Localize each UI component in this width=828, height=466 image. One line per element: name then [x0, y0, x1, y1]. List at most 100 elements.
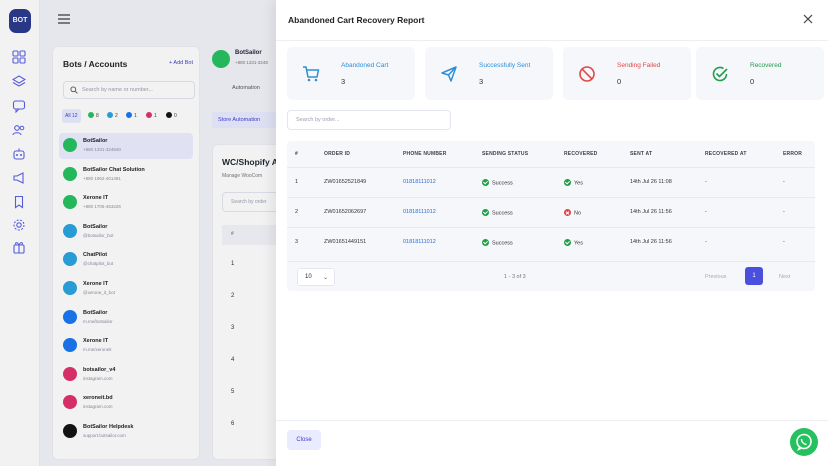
check-circle-icon [564, 179, 571, 186]
row-divider [287, 227, 815, 228]
row-number-cell: 3 [295, 239, 298, 245]
stat-successfully-sent: Successfully Sent 3 [425, 47, 553, 100]
column-header: # [295, 151, 298, 157]
order-id: ZW01652062697 [324, 209, 367, 215]
stat-sending-failed: Sending Failed 0 [563, 47, 691, 100]
whatsapp-chat-button[interactable] [790, 428, 818, 456]
row-number-cell: 2 [295, 209, 298, 215]
recovered-cell: Yes [564, 239, 583, 247]
recovered-cell: Yes [564, 179, 583, 187]
stat-label: Sending Failed [617, 62, 661, 69]
page-1-button[interactable]: 1 [745, 267, 763, 285]
row-number: 3 [295, 239, 299, 245]
column-header: ORDER ID [324, 151, 351, 157]
order-search-input[interactable]: Search by order... [287, 110, 451, 130]
row-number: 2 [295, 209, 299, 215]
error-cell: - [783, 179, 785, 185]
stat-abandoned-cart: Abandoned Cart 3 [287, 47, 415, 100]
row-divider [287, 167, 815, 168]
modal-title: Abandoned Cart Recovery Report [288, 15, 425, 25]
row-divider [287, 197, 815, 198]
recovered-cell: No [564, 209, 581, 217]
check-circle-icon [482, 209, 489, 216]
recovered-at: - [705, 179, 707, 185]
error: - [783, 179, 785, 185]
error-cell: - [783, 209, 785, 215]
phone-number-link[interactable]: 01818111012 [403, 239, 436, 245]
stat-recovered: Recovered 0 [696, 47, 824, 100]
x-circle-icon [564, 209, 571, 216]
next-page-button[interactable]: Next [779, 274, 790, 280]
error: - [783, 239, 785, 245]
column-header: SENT AT [630, 151, 653, 157]
order-id: ZW01652521849 [324, 179, 367, 185]
close-button[interactable]: Close [287, 430, 321, 450]
sending-status: Success [492, 240, 513, 247]
table-row: 1 ZW01652521849 01818111012 Success Yes 14th … [287, 167, 815, 197]
recovered-at: - [705, 239, 707, 245]
recovered-at-cell: - [705, 179, 707, 185]
stat-value: 0 [617, 77, 622, 86]
column-header: PHONE NUMBER [403, 151, 447, 157]
order-search-placeholder: Search by order... [296, 117, 340, 123]
page-size-select[interactable]: 10 ⌄ [297, 268, 335, 286]
page-size-value: 10 [305, 274, 312, 280]
recovered-status: Yes [574, 240, 583, 247]
phone-number-link[interactable]: 01818111012 [403, 179, 436, 185]
order-id-cell: ZW01652521849 [324, 179, 366, 185]
order-id-cell: ZW01652062697 [324, 209, 366, 215]
close-icon[interactable] [802, 13, 814, 25]
phone-number: 01818111012 [403, 179, 436, 185]
whatsapp-icon [796, 433, 812, 451]
stat-label: Abandoned Cart [341, 62, 389, 69]
stat-value: 3 [479, 77, 484, 86]
send-icon [441, 66, 457, 82]
sent-at-cell: 14th Jul 26 11:56 [630, 239, 672, 245]
sent-at: 14th Jul 26 11:56 [630, 209, 672, 215]
sending-status-cell: Success [482, 239, 513, 247]
recovered-status: Yes [574, 180, 583, 187]
stat-label: Recovered [750, 62, 782, 69]
table-row: 3 ZW01651449151 01818111012 Success Yes 14th … [287, 227, 815, 257]
check-circle-icon [712, 66, 728, 82]
sending-status-cell: Success [482, 179, 513, 187]
error-cell: - [783, 239, 785, 245]
sent-at-cell: 14th Jul 26 11:56 [630, 209, 672, 215]
phone-number: 01818111012 [403, 209, 436, 215]
chevron-down-icon: ⌄ [322, 275, 328, 281]
sent-at: 14th Jul 26 11:08 [630, 179, 672, 185]
report-modal: Abandoned Cart Recovery Report Abandoned… [276, 0, 828, 466]
table-row: 2 ZW01652062697 01818111012 Success No 14th J… [287, 197, 815, 227]
previous-page-button[interactable]: Previous [705, 274, 726, 280]
row-number-cell: 1 [295, 179, 298, 185]
page-info: 1 - 3 of 3 [504, 274, 526, 280]
pagination: 10 ⌄ 1 - 3 of 3 Previous 1 Next [287, 261, 815, 291]
sending-status: Success [492, 210, 513, 217]
phone-number: 01818111012 [403, 239, 436, 245]
error: - [783, 209, 785, 215]
check-circle-icon [482, 239, 489, 246]
column-header: RECOVERED AT [705, 151, 747, 157]
phone-number-link[interactable]: 01818111012 [403, 209, 436, 215]
column-header: ERROR [783, 151, 803, 157]
row-number: 1 [295, 179, 299, 185]
recovered-at-cell: - [705, 209, 707, 215]
recovered-at-cell: - [705, 239, 707, 245]
footer-divider [276, 420, 828, 421]
order-id-cell: ZW01651449151 [324, 239, 366, 245]
recovered-status: No [574, 210, 582, 217]
sent-at-cell: 14th Jul 26 11:08 [630, 179, 672, 185]
report-table: # ORDER ID PHONE NUMBER SENDING STATUS R… [287, 141, 815, 291]
cart-icon [303, 66, 320, 82]
header-divider [276, 40, 828, 41]
ban-icon [579, 66, 595, 82]
sent-at: 14th Jul 26 11:56 [630, 239, 672, 245]
order-id: ZW01651449151 [324, 239, 367, 245]
sending-status: Success [492, 180, 513, 187]
column-header: SENDING STATUS [482, 151, 529, 157]
check-circle-icon [564, 239, 571, 246]
column-header: RECOVERED [564, 151, 598, 157]
check-circle-icon [482, 179, 489, 186]
stat-label: Successfully Sent [479, 62, 531, 69]
recovered-at: - [705, 209, 707, 215]
